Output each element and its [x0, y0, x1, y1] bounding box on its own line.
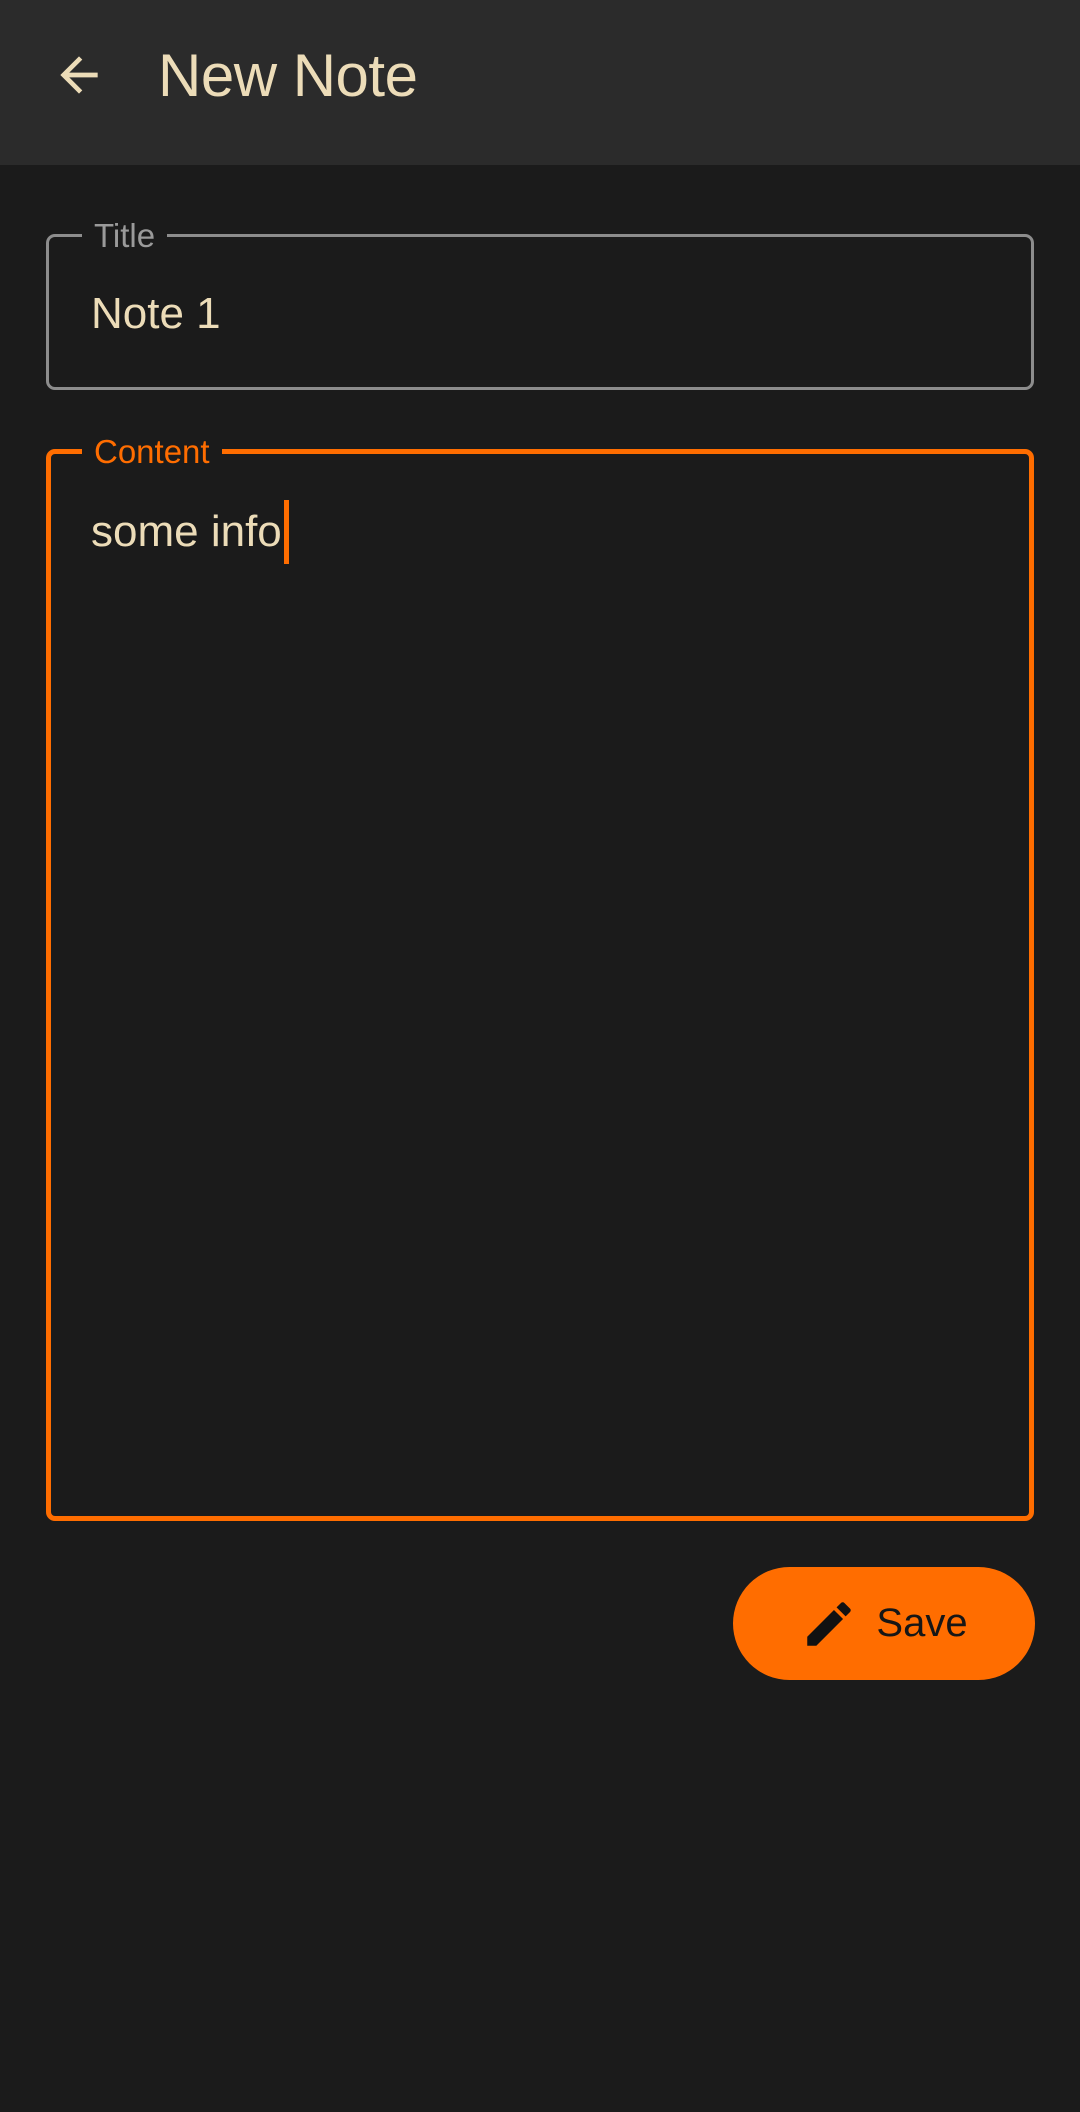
- title-field-label: Title: [82, 212, 168, 260]
- content-field-label: Content: [82, 428, 222, 476]
- arrow-back-icon: [60, 56, 98, 94]
- save-button-label: Save: [876, 1601, 968, 1645]
- back-button[interactable]: [34, 30, 124, 120]
- pencil-icon: [807, 1601, 852, 1646]
- title-field[interactable]: Title Note 1: [46, 212, 1034, 390]
- title-input[interactable]: Note 1: [91, 284, 221, 344]
- content-field[interactable]: Content some info: [46, 428, 1034, 1521]
- page-title: New Note: [158, 42, 418, 109]
- content-input[interactable]: some info: [91, 502, 282, 562]
- app-bar: New Note: [0, 0, 1080, 165]
- content-input-wrapper[interactable]: some info: [91, 500, 289, 564]
- save-button[interactable]: Save: [733, 1567, 1035, 1680]
- text-caret: [283, 500, 289, 564]
